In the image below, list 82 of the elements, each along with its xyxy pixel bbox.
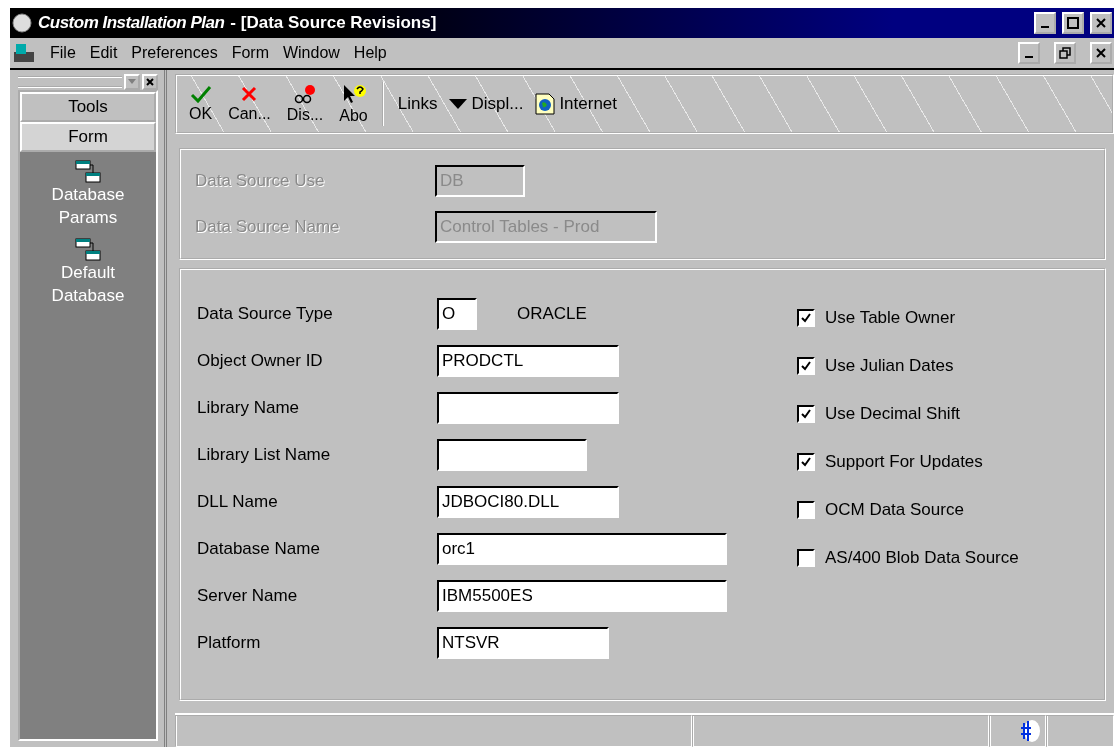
menu-item[interactable]: File [50,44,76,62]
globe-icon [1019,719,1041,743]
grip-handle[interactable] [18,76,122,88]
globe-document-icon [535,93,556,115]
close-button[interactable] [142,74,158,90]
sidebar-item[interactable]: Default Database [43,261,133,308]
window-title: - [Data Source Revisions] [230,13,437,33]
close-icon [1096,48,1106,58]
input-field[interactable]: O [437,297,477,330]
input-field[interactable]: orc1 [437,532,727,565]
close-icon [146,78,154,86]
checkbox-label[interactable]: Use Table Owner [825,308,956,328]
toolbar-button[interactable]: Can... [222,85,277,123]
field-label: Library Name [197,397,301,418]
field-label: Data Source Use [195,171,326,191]
restore-icon [1059,47,1071,59]
input-field[interactable]: PRODCTL [437,344,619,377]
field-label: Server Name [197,585,299,606]
restore-button[interactable] [1054,42,1076,64]
close-button[interactable] [1090,12,1112,34]
checkbox-label[interactable]: OCM Data Source [825,500,964,520]
checkbox-label[interactable]: Use Julian Dates [825,356,954,376]
checkbox[interactable] [797,309,815,327]
minimize-button[interactable] [1018,42,1040,64]
toolbar-button[interactable]: Dis... [280,84,330,124]
toolbar-link[interactable]: Displ... [445,94,528,114]
minimize-icon [1041,26,1049,28]
sidebar-tab[interactable]: Tools [20,92,156,122]
form-icon [75,160,101,184]
checkbox-label[interactable]: Support For Updates [825,452,983,472]
checkmark-icon [801,361,811,371]
checkbox[interactable] [797,405,815,423]
menu-item[interactable]: Edit [89,44,118,62]
field-label: Database Name [197,538,321,559]
menu-item[interactable]: Help [353,44,387,62]
input-field[interactable] [437,391,619,424]
app-icon [12,13,32,33]
input-field[interactable]: NTSVR [437,626,609,659]
glasses-icon [293,84,318,104]
checkbox-label[interactable]: Use Decimal Shift [825,404,961,424]
form-icon [75,237,101,262]
sidebar-tab[interactable]: Form [20,122,156,152]
input-field[interactable]: IBM5500ES [437,579,727,612]
cross-icon [240,85,259,103]
minimize-icon [1025,56,1033,58]
toolbar-button[interactable]: OK [183,85,219,123]
input-field[interactable] [437,438,587,471]
sidebar-item[interactable]: Database Params [43,184,133,230]
menu-item[interactable]: Form [231,44,269,62]
checkmark-icon [189,85,212,103]
maximize-icon [1067,17,1079,29]
caret-icon [128,79,136,85]
checkmark-icon [801,457,811,467]
field-label: DLL Name [197,491,279,512]
caret-icon [449,99,468,109]
minimize-button[interactable] [1034,12,1056,34]
checkbox[interactable] [797,501,815,519]
field-label: Data Source Name [195,217,341,237]
toolbar-button[interactable]: Abo [333,83,374,125]
field-label: Library List Name [197,444,332,465]
app-menu-icon[interactable] [12,42,36,64]
checkbox[interactable] [797,357,815,375]
checkmark-icon [801,409,811,419]
close-icon [1096,18,1106,28]
maximize-button[interactable] [1062,12,1084,34]
field-label: Platform [197,632,262,653]
app-title: Custom Installation Plan [38,13,225,33]
menu-item[interactable]: Window [282,44,340,62]
toolbar-link[interactable]: Internet [531,93,622,115]
checkmark-icon [801,313,811,323]
menu-item[interactable]: Preferences [131,44,218,62]
field-label: Data Source Type [197,303,334,324]
toolbar-link[interactable]: Links [393,94,442,114]
dropdown-button[interactable] [124,74,140,90]
close-button[interactable] [1090,42,1112,64]
checkbox[interactable] [797,453,815,471]
checkbox-label[interactable]: AS/400 Blob Data Source [825,548,1019,568]
type-description: ORACLE [517,303,587,324]
field-label: Object Owner ID [197,350,324,371]
checkbox[interactable] [797,549,815,567]
help-pointer-icon [341,83,366,105]
input-field[interactable]: JDBOCI80.DLL [437,485,619,518]
